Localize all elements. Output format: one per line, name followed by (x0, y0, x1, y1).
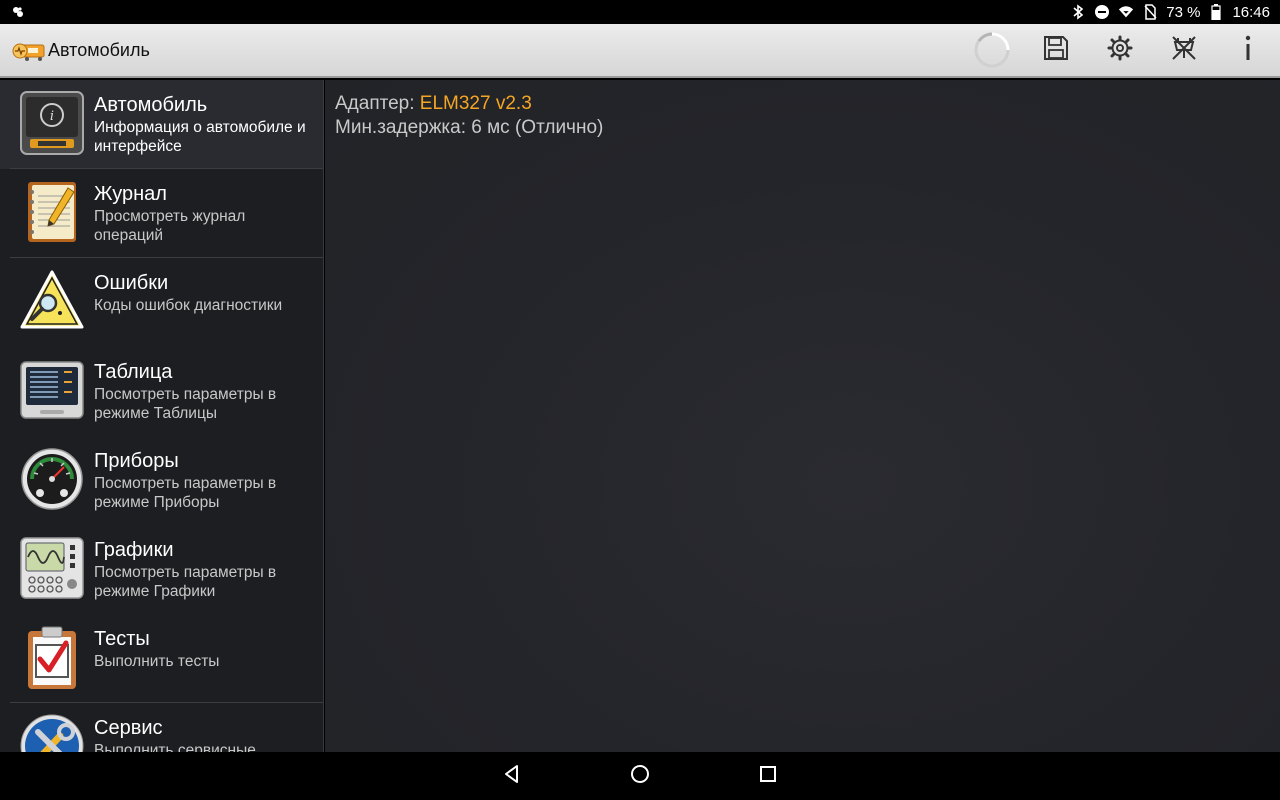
back-triangle-icon (502, 764, 522, 789)
menu-item-subtitle: Посмотреть параметры в режиме Таблицы (94, 386, 277, 422)
menu-item-title: Журнал (94, 183, 167, 205)
menu-item-service[interactable]: Сервис Выполнить сервисные (0, 703, 323, 752)
notification-icon (10, 4, 26, 20)
menu-item-title: Тесты (94, 628, 150, 650)
oscilloscope-icon (20, 536, 84, 600)
menu-item-journal[interactable]: Журнал Просмотреть журнал операций (0, 169, 323, 258)
sidebar-menu: i Автомобиль Информация о автомобиле и и… (0, 80, 324, 752)
menu-item-table[interactable]: Таблица Посмотреть параметры в режиме Та… (0, 347, 323, 436)
bluetooth-icon (1070, 4, 1086, 20)
disconnect-icon (1170, 34, 1198, 67)
clipboard-check-icon (20, 625, 84, 689)
menu-item-subtitle: Коды ошибок диагностики (94, 297, 283, 314)
info-button[interactable] (1216, 23, 1280, 77)
menu-item-title: Графики (94, 539, 174, 561)
menu-item-title: Приборы (94, 450, 179, 472)
menu-item-subtitle: Выполнить сервисные (94, 742, 256, 752)
system-nav-bar (0, 752, 1280, 800)
recents-button[interactable] (752, 760, 784, 792)
home-circle-icon (630, 764, 650, 789)
battery-icon (1208, 4, 1224, 20)
app-logo-icon[interactable] (10, 35, 46, 65)
settings-gear-icon (1107, 35, 1133, 66)
gauge-icon (20, 447, 84, 511)
menu-item-subtitle: Выполнить тесты (94, 653, 220, 670)
menu-item-subtitle: Просмотреть журнал операций (94, 208, 246, 244)
clock: 16:46 (1232, 3, 1270, 21)
settings-button[interactable] (1088, 23, 1152, 77)
svg-text:i: i (50, 109, 54, 124)
progress-spinner (960, 23, 1024, 77)
home-button[interactable] (624, 760, 656, 792)
menu-item-car[interactable]: i Автомобиль Информация о автомобиле и и… (0, 80, 323, 169)
no-sim-icon (1142, 4, 1158, 20)
save-button[interactable] (1024, 23, 1088, 77)
service-tools-icon (20, 714, 84, 752)
content-panel: Адаптер: ELM327 v2.3 Мин.задержка: 6 мс … (325, 80, 1280, 752)
wifi-icon (1118, 4, 1134, 20)
menu-item-graphs[interactable]: Графики Посмотреть параметры в режиме Гр… (0, 525, 323, 614)
delay-info: Мин.задержка: 6 мс (Отлично) (335, 117, 604, 138)
recents-square-icon (759, 765, 777, 788)
adapter-info: Адаптер: ELM327 v2.3 (335, 92, 1270, 116)
car-info-icon: i (20, 91, 84, 155)
menu-item-subtitle: Посмотреть параметры в режиме Приборы (94, 475, 277, 511)
table-display-icon (20, 358, 84, 422)
warning-magnifier-icon (20, 269, 84, 333)
journal-icon (20, 180, 84, 244)
menu-item-tests[interactable]: Тесты Выполнить тесты (0, 614, 323, 703)
menu-item-title: Автомобиль (94, 94, 208, 116)
menu-item-title: Таблица (94, 361, 173, 383)
menu-item-subtitle: Информация о автомобиле и интерфейсе (94, 119, 306, 155)
menu-item-title: Сервис (94, 717, 163, 739)
menu-item-subtitle: Посмотреть параметры в режиме Графики (94, 564, 277, 600)
info-icon (1241, 34, 1255, 67)
status-bar: 73 % 16:46 (0, 0, 1280, 24)
save-icon (1043, 35, 1069, 66)
battery-percent: 73 % (1166, 3, 1201, 21)
menu-item-errors[interactable]: Ошибки Коды ошибок диагностики (0, 258, 323, 347)
page-title: Автомобиль (48, 39, 150, 60)
menu-item-title: Ошибки (94, 272, 169, 294)
menu-item-gauges[interactable]: Приборы Посмотреть параметры в режиме Пр… (0, 436, 323, 525)
disconnect-button[interactable] (1152, 23, 1216, 77)
adapter-value: ELM327 v2.3 (419, 93, 532, 114)
action-bar: Автомобиль (0, 24, 1280, 78)
adapter-label: Адаптер: (335, 93, 420, 114)
do-not-disturb-icon (1094, 4, 1110, 20)
back-button[interactable] (496, 760, 528, 792)
